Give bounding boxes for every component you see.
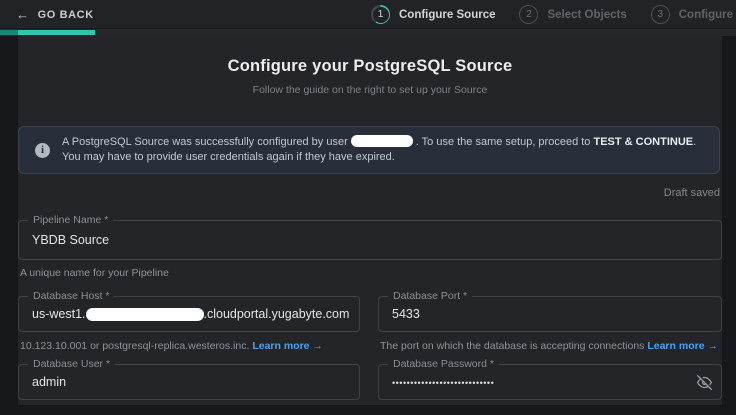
database-port-input[interactable]: Database Port * 5433 <box>378 296 722 332</box>
go-back-button[interactable]: ← GO BACK <box>16 0 94 29</box>
step-2-circle[interactable]: 2 <box>519 5 538 24</box>
port-helper-text: The port on which the database is accept… <box>380 340 644 352</box>
host-value-prefix: us-west1. <box>32 307 86 321</box>
database-user-value: admin <box>32 365 353 399</box>
step-3-label[interactable]: Configure Destination <box>679 9 736 21</box>
wizard-stepper: 1 Configure Source 2 Select Objects 3 Co… <box>371 0 736 29</box>
wizard-progress-fill <box>0 30 95 35</box>
host-learn-more-link[interactable]: Learn more <box>252 340 309 352</box>
banner-text-part1: A PostgreSQL Source was successfully con… <box>62 136 348 148</box>
step-2-label[interactable]: Select Objects <box>547 9 626 21</box>
configure-source-panel: Configure your PostgreSQL Source Follow … <box>18 36 722 405</box>
step-1-circle[interactable]: 1 <box>371 5 390 24</box>
toggle-password-visibility-button[interactable] <box>696 374 712 390</box>
go-back-label: GO BACK <box>38 9 94 21</box>
database-password-input[interactable]: Database Password * ••••••••••••••••••••… <box>378 364 722 400</box>
database-host-helper: 10.123.10.001 or postgresql-replica.west… <box>20 340 323 352</box>
step-1-label[interactable]: Configure Source <box>399 9 495 21</box>
top-bar: ← GO BACK 1 Configure Source 2 Select Ob… <box>0 0 736 29</box>
redacted-username <box>351 135 413 147</box>
back-arrow-icon: ← <box>16 7 30 22</box>
host-value-suffix: .cloudportal.yugabyte.com <box>204 307 350 321</box>
pipeline-name-input[interactable]: Pipeline Name * YBDB Source <box>18 220 722 260</box>
database-user-input[interactable]: Database User * admin <box>18 364 360 400</box>
port-learn-more-link[interactable]: Learn more <box>647 340 704 352</box>
banner-highlight: TEST & CONTINUE <box>593 136 693 148</box>
pipeline-name-value: YBDB Source <box>32 221 715 259</box>
port-learn-more-arrow-icon: → <box>707 340 718 352</box>
eye-off-icon <box>697 375 712 390</box>
info-banner: i A PostgreSQL Source was successfully c… <box>18 126 720 174</box>
pipeline-name-helper: A unique name for your Pipeline <box>20 267 169 279</box>
page-subtitle: Follow the guide on the right to set up … <box>18 84 722 96</box>
draft-saved-status: Draft saved <box>664 187 720 199</box>
info-icon: i <box>35 143 50 158</box>
step-3-number: 3 <box>657 9 663 20</box>
step-3-circle[interactable]: 3 <box>651 5 670 24</box>
host-helper-text: 10.123.10.001 or postgresql-replica.west… <box>20 340 249 352</box>
redacted-host-segment <box>86 308 204 321</box>
step-1-number: 1 <box>373 7 389 23</box>
info-banner-text: A PostgreSQL Source was successfully con… <box>62 135 703 166</box>
database-host-input[interactable]: Database Host * us-west1..cloudportal.yu… <box>18 296 360 332</box>
database-host-value: us-west1. .cloudportal.yugabyte.com <box>32 297 353 331</box>
page-title: Configure your PostgreSQL Source <box>18 57 722 76</box>
database-password-value: •••••••••••••••••••••••••••• <box>392 365 715 399</box>
database-port-helper: The port on which the database is accept… <box>380 340 718 352</box>
banner-text-part2: . To use the same setup, proceed to <box>416 136 594 148</box>
database-port-value: 5433 <box>392 297 715 331</box>
host-learn-more-arrow-icon: → <box>312 340 323 352</box>
wizard-progress-track <box>0 29 736 36</box>
step-2-number: 2 <box>526 9 532 20</box>
